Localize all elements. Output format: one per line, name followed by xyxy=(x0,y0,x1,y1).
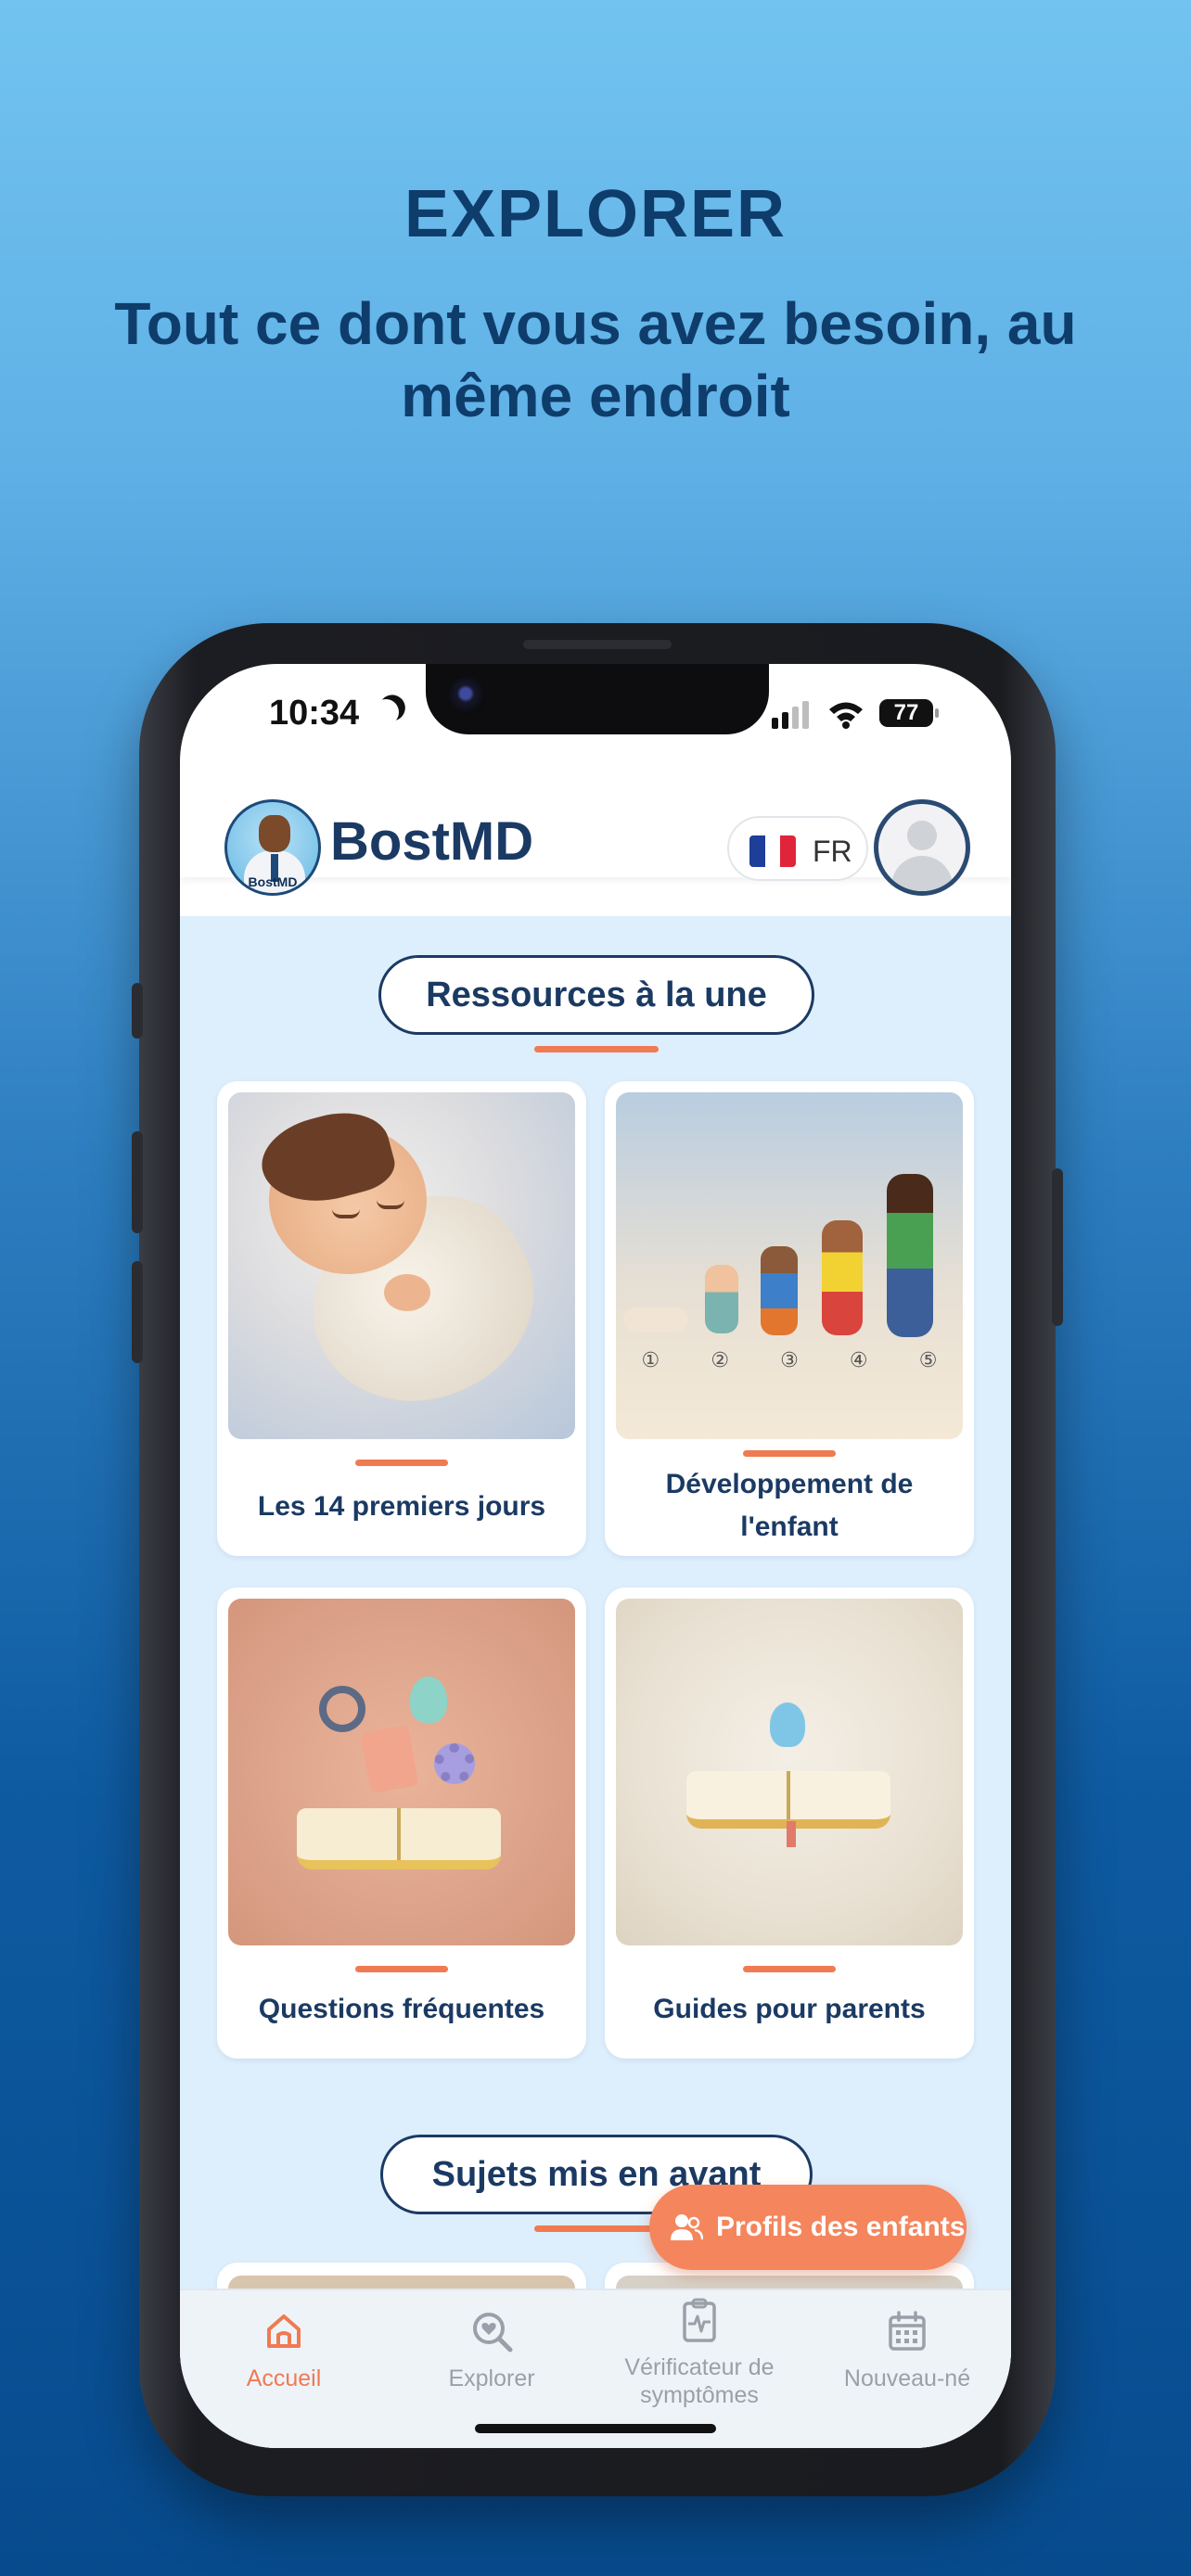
resource-card-parent-guides[interactable]: Guides pour parents xyxy=(605,1588,974,2059)
calendar-icon xyxy=(889,2311,926,2351)
card-title: Développement de l'enfant xyxy=(665,1469,914,1542)
home-indicator[interactable] xyxy=(475,2424,716,2433)
moon-icon xyxy=(369,695,403,729)
stage-number: ④ xyxy=(849,1348,868,1371)
tab-newborn[interactable]: Nouveau-né xyxy=(803,2290,1011,2448)
stage-numbers: ① ② ③ ④ ⑤ xyxy=(616,1348,963,1372)
resource-card-first-14-days[interactable]: Les 14 premiers jours xyxy=(217,1081,586,1556)
open-book-lightbulb-illustration xyxy=(616,1599,963,1945)
phone-power-button xyxy=(1052,1168,1063,1326)
france-flag-icon xyxy=(749,835,796,867)
card-title: Guides pour parents xyxy=(653,1994,926,2024)
card-accent-bar xyxy=(743,1966,836,1972)
avatar-head xyxy=(907,821,937,850)
card-accent-bar xyxy=(355,1460,448,1466)
child-profiles-button[interactable]: Profils des enfants xyxy=(649,2185,967,2270)
promo-title: EXPLORER xyxy=(403,177,788,251)
logo-text: BostMD xyxy=(248,874,298,889)
magnifier xyxy=(319,1686,365,1732)
phone-volume-down-button xyxy=(132,1261,143,1363)
stage-number: ⑤ xyxy=(918,1348,938,1371)
lightbulb xyxy=(410,1677,447,1723)
toddler-figure xyxy=(705,1265,738,1333)
book-with-ideas-illustration xyxy=(228,1599,575,1945)
card-accent-bar xyxy=(743,1450,836,1457)
phone-speaker xyxy=(523,640,672,649)
section-accent-bar xyxy=(534,2225,659,2232)
promo-subtitle: Tout ce dont vous avez besoin, au même e… xyxy=(114,290,1077,429)
tab-label: Explorer xyxy=(448,2366,535,2391)
bookmark xyxy=(787,1821,796,1847)
card-title: Les 14 premiers jours xyxy=(257,1491,546,1522)
stage-number: ② xyxy=(711,1348,730,1371)
people-icon xyxy=(671,2214,703,2240)
young-child-figure xyxy=(761,1246,798,1335)
sleeping-baby-illustration xyxy=(228,1092,575,1439)
clipboard-pulse-icon xyxy=(683,2298,716,2342)
tab-label: Vérificateur de symptômes xyxy=(624,2354,775,2408)
section-accent-bar xyxy=(534,1046,659,1052)
profile-avatar-button[interactable] xyxy=(874,799,970,896)
wifi-icon xyxy=(829,702,863,729)
stage-number: ① xyxy=(641,1348,660,1371)
gear xyxy=(434,1743,475,1784)
phone-screen: 10:34 77 BostMD BostMD FR Ressources à l… xyxy=(180,664,1011,2448)
tab-label: Accueil xyxy=(246,2366,322,2391)
card-title: Questions fréquentes xyxy=(258,1994,545,2024)
language-label: FR xyxy=(813,835,852,868)
card-accent-bar xyxy=(355,1966,448,1972)
app-name: BostMD xyxy=(330,811,534,872)
older-child-figure xyxy=(887,1174,933,1337)
avatar-body xyxy=(891,856,953,891)
stage-number: ③ xyxy=(780,1348,799,1371)
open-book xyxy=(297,1808,501,1869)
home-icon xyxy=(267,2315,301,2348)
search-heart-icon xyxy=(473,2313,513,2353)
child-profiles-label: Profils des enfants xyxy=(716,2212,966,2242)
baby-lying-figure xyxy=(623,1307,688,1332)
resource-card-faq[interactable]: Questions fréquentes xyxy=(217,1588,586,2059)
baby-hand xyxy=(384,1274,430,1311)
child-growth-stages-illustration: ① ② ③ ④ ⑤ xyxy=(616,1092,963,1439)
open-book xyxy=(686,1771,890,1829)
tab-label: Nouveau-né xyxy=(843,2366,971,2391)
cellular-signal-icon xyxy=(772,701,813,729)
logo-doctor-head xyxy=(259,815,290,852)
tab-home[interactable]: Accueil xyxy=(180,2290,388,2448)
phone-side-button xyxy=(132,983,143,1039)
app-logo[interactable]: BostMD xyxy=(224,799,321,896)
battery-icon: 77 xyxy=(879,699,939,727)
language-selector[interactable]: FR xyxy=(727,816,868,881)
resource-card-child-development[interactable]: ① ② ③ ④ ⑤ Développement de l'enfant xyxy=(605,1081,974,1556)
phone-volume-up-button xyxy=(132,1131,143,1233)
camera-icon xyxy=(449,677,486,714)
section-title-featured: Ressources à la une xyxy=(378,955,814,1035)
lightbulb xyxy=(770,1702,805,1747)
status-time: 10:34 xyxy=(269,694,360,733)
child-figure xyxy=(822,1220,863,1335)
clipboard xyxy=(360,1724,419,1794)
